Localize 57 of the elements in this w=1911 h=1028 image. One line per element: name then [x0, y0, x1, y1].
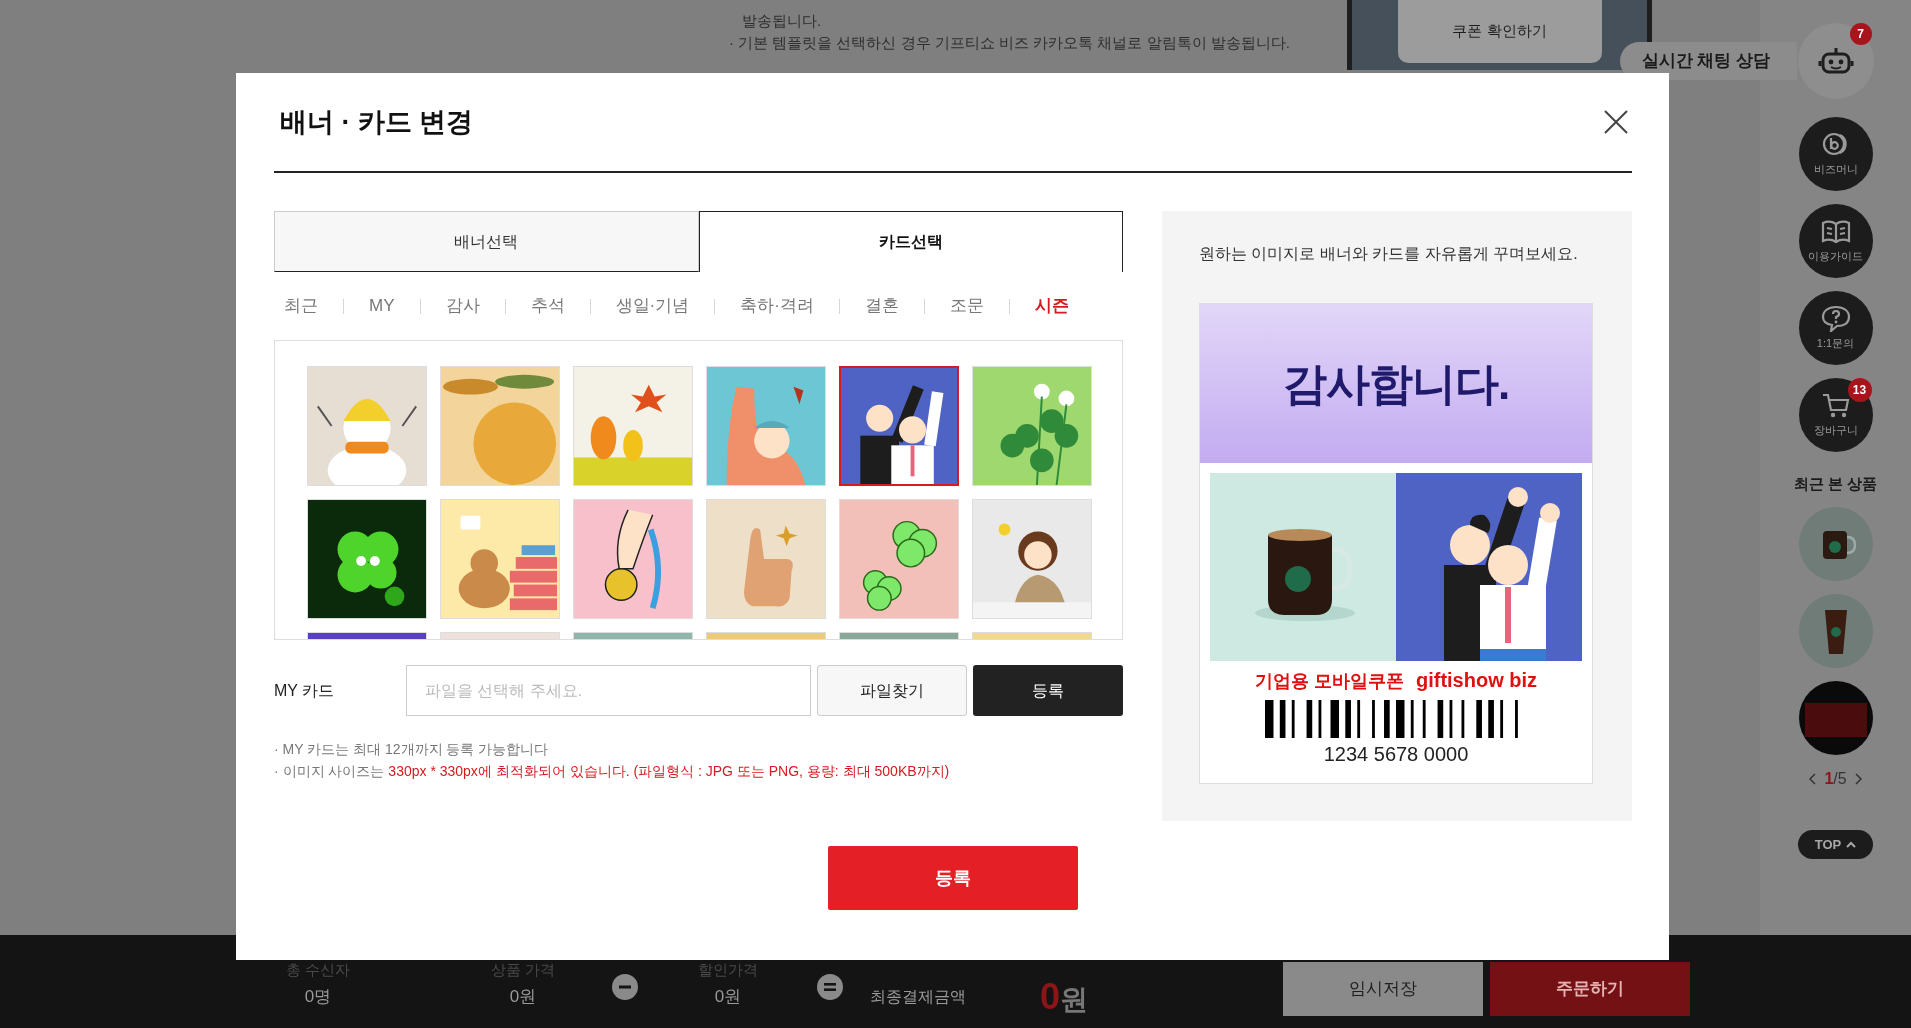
file-name-field[interactable]: 파일을 선택해 주세요. — [405, 665, 812, 716]
banner-preview: 감사합니다. — [1200, 304, 1592, 463]
preview-description: 원하는 이미지로 배너와 카드를 자유롭게 꾸며보세요. — [1199, 244, 1579, 264]
speech-bubble-icon — [1820, 304, 1851, 333]
robot-icon — [1817, 46, 1854, 76]
cart-icon — [1820, 391, 1851, 420]
tab[interactable]: 배너선택 — [274, 211, 699, 272]
field-value: 0원 — [713, 987, 743, 1007]
category-tab[interactable]: 추석 — [530, 296, 565, 316]
dialog-title: 배너 · 카드 변경 — [279, 105, 474, 139]
page-current: 1 — [1824, 769, 1834, 789]
barcode-number: 1234 5678 0000 — [1322, 742, 1470, 766]
category-tab[interactable]: 축하·격려 — [740, 296, 814, 316]
page-total: /5 — [1833, 769, 1847, 789]
register-button[interactable]: 등록 — [973, 665, 1123, 716]
card-thumbnail[interactable] — [839, 366, 959, 486]
minus-icon — [612, 974, 638, 1000]
save-draft-button[interactable]: 임시저장 — [1283, 962, 1483, 1016]
submit-button[interactable]: 등록 — [828, 846, 1078, 910]
caret-up-icon — [1846, 841, 1857, 848]
order-button[interactable]: 주문하기 — [1490, 962, 1690, 1016]
category-tab[interactable]: 생일·기념 — [615, 296, 690, 316]
quick-menu-button[interactable]: 비즈머니 — [1798, 117, 1873, 191]
close-button[interactable] — [1602, 108, 1630, 136]
quick-menu-button[interactable]: 장바구니 13 — [1798, 378, 1873, 452]
tab[interactable]: 카드선택 — [698, 211, 1123, 272]
quick-menu-button[interactable]: 이용가이드 — [1798, 204, 1873, 278]
coupon-brand-text: 기업용 모바일쿠폰 — [1254, 670, 1404, 693]
category-tab[interactable]: 조문 — [949, 296, 984, 316]
category-tab[interactable]: 감사 — [445, 296, 480, 316]
my-card-label: MY 카드 — [274, 680, 336, 701]
category-tab[interactable]: 최근 — [284, 296, 318, 316]
notice-text: 발송됩니다. — [741, 11, 823, 31]
category-tab[interactable]: MY — [369, 296, 395, 316]
field-value: 0명 — [303, 987, 333, 1007]
live-chat-label[interactable]: 실시간 채팅 상담 — [1619, 42, 1797, 80]
note-text: · MY 카드는 최대 12개까지 등록 가능합니다 — [274, 740, 550, 759]
recent-products-title: 최근 본 상품 — [1793, 474, 1878, 494]
total-label: 최종결제금액 — [870, 987, 966, 1007]
equals-icon — [817, 974, 843, 1000]
previous-icon — [1808, 773, 1817, 785]
browse-file-button[interactable]: 파일찾기 — [817, 665, 968, 716]
notice-text: · 기본 템플릿을 선택하신 경우 기프티쇼 비즈 카카오톡 채널로 알림톡이 발송됩니다. — [729, 33, 1291, 53]
category-tab[interactable]: 결혼 — [864, 296, 899, 316]
count-badge: 13 — [1847, 378, 1872, 402]
chatbot-button[interactable]: 7 — [1797, 23, 1874, 99]
notification-badge: 7 — [1849, 23, 1872, 45]
scroll-top-button[interactable]: TOP — [1798, 830, 1873, 859]
total-amount: 0 — [1040, 979, 1061, 1015]
quick-menu-button[interactable]: 1:1문의 — [1798, 291, 1873, 365]
currency-unit: 원 — [1060, 986, 1089, 1014]
coupon-check-button[interactable]: 쿠폰 확인하기 — [1397, 0, 1602, 63]
next-icon — [1854, 773, 1863, 785]
field-value: 0원 — [508, 987, 538, 1007]
category-tab[interactable]: 시즌 — [1034, 296, 1069, 316]
note-text: · 이미지 사이즈는 330px * 330px에 최적화되어 있습니다. (파일형식 : JPG 또는 PNG, 용량: 최대 500KB까지) — [274, 762, 951, 781]
coupon-logo-text: giftishow biz — [1415, 668, 1538, 693]
